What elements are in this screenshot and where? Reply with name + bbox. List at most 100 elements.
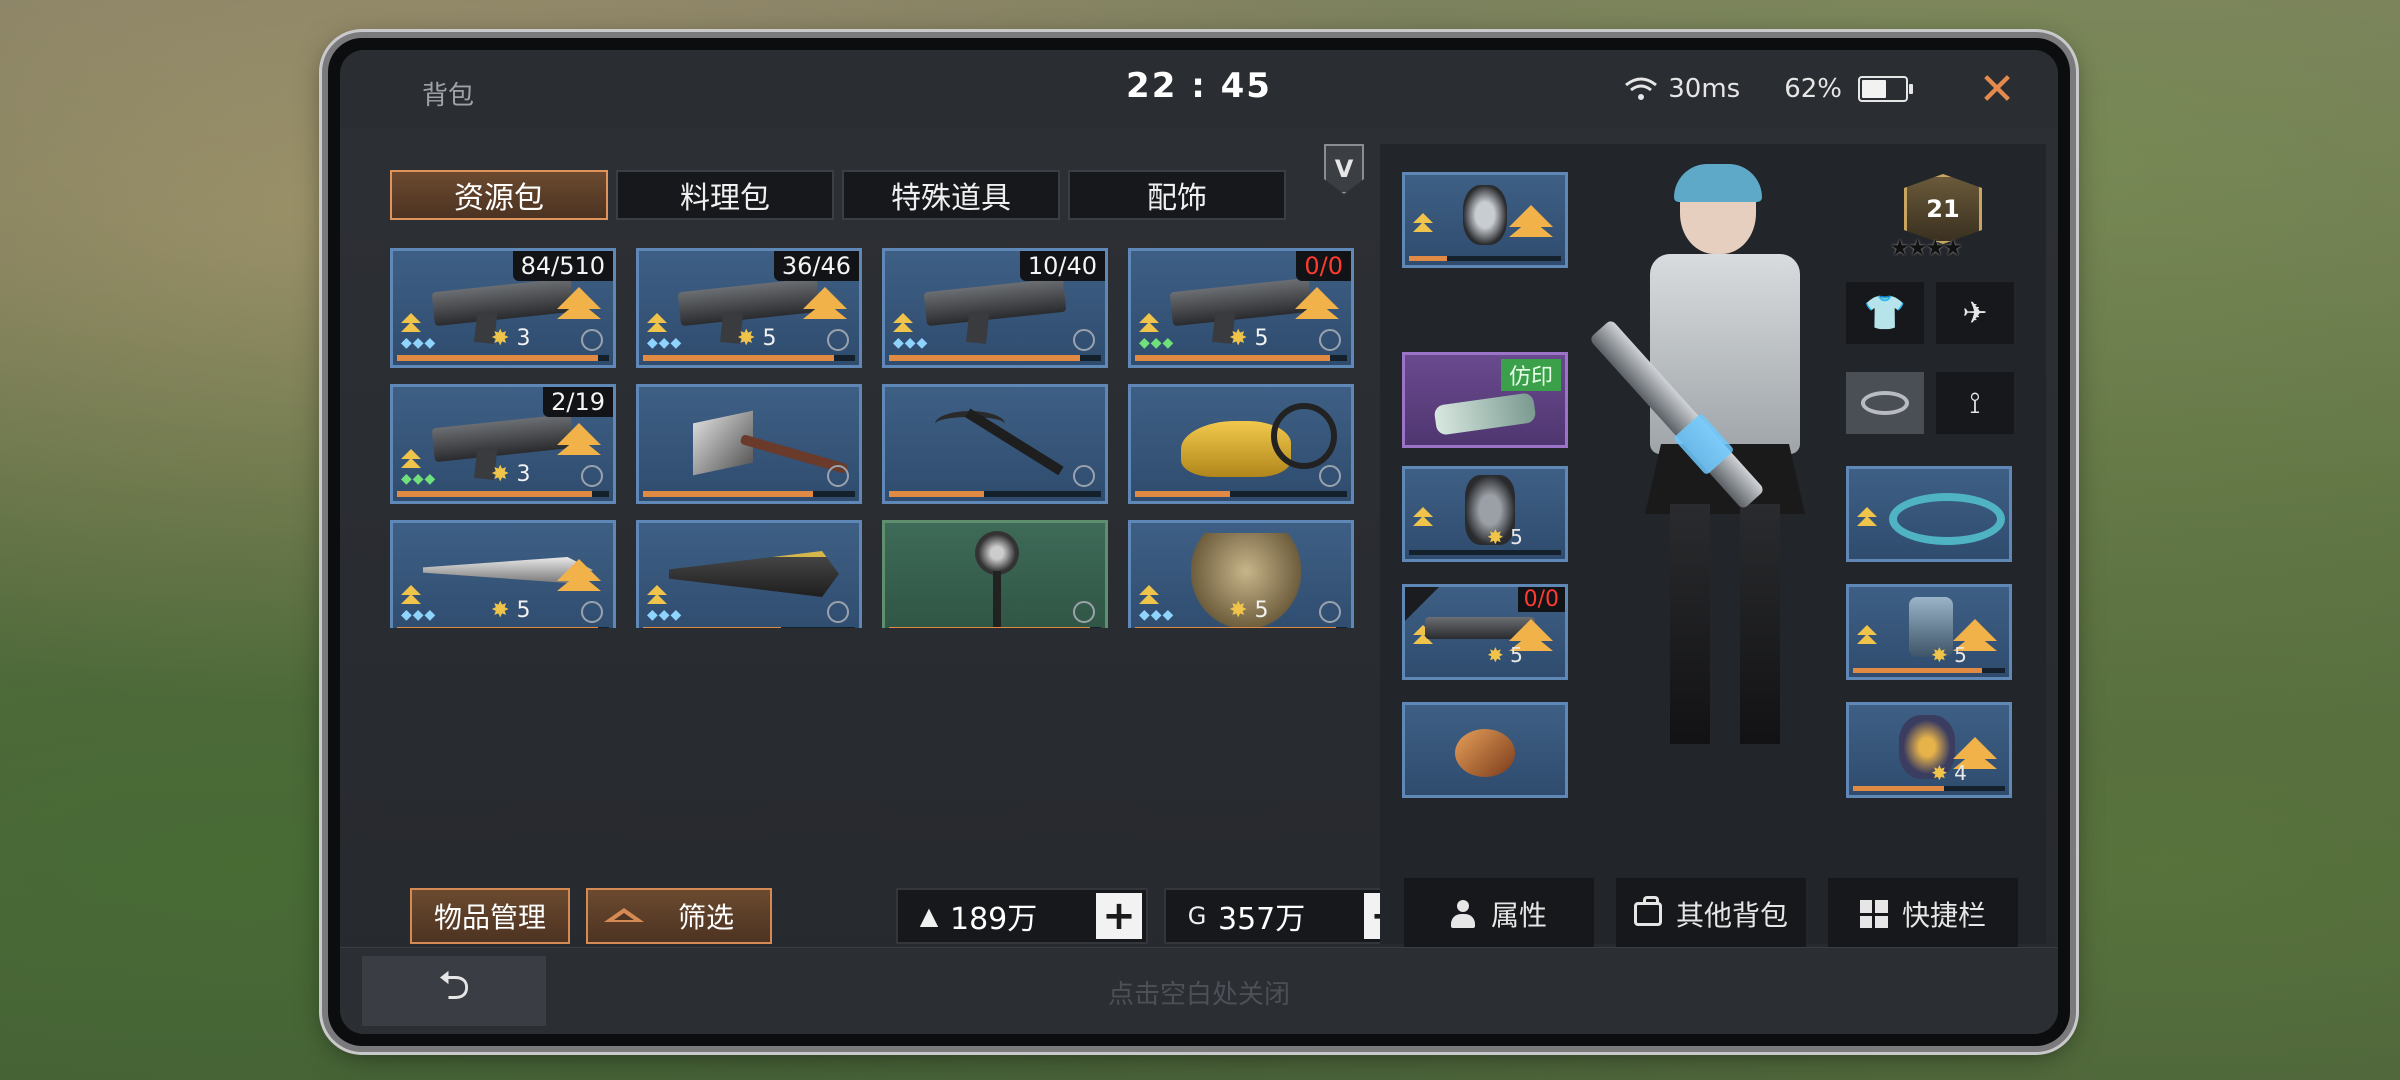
rank-chevron-icon (1857, 507, 1877, 529)
quality-dots-icon: ◆◆◆ (1139, 607, 1175, 623)
inventory-item-great-sword[interactable]: ◆◆◆ 5 (390, 520, 616, 628)
outfit-button[interactable]: 👕 (1846, 282, 1924, 344)
backpack-slot[interactable]: 5 (1846, 584, 2012, 680)
coins-value: 357万 (1218, 902, 1306, 937)
person-icon (1450, 900, 1477, 928)
ring-slot[interactable] (1846, 466, 2012, 562)
close-icon: ✕ (1978, 63, 2016, 115)
attributes-button[interactable]: 属性 (1404, 878, 1594, 950)
quality-dots-icon: ◆◆◆ (401, 471, 437, 487)
rank-chevron-icon (1413, 507, 1433, 529)
item-count: 10/40 (1019, 251, 1105, 281)
pickaxe-art (925, 403, 1075, 483)
imprint-slot[interactable]: 仿印 (1402, 352, 1568, 448)
quickbar-icon (1859, 900, 1888, 928)
v-badge-icon[interactable]: V (1324, 144, 1364, 194)
mace-art (975, 531, 1025, 628)
quality-dots-icon: ◆◆◆ (401, 607, 437, 623)
bag-icon (1633, 896, 1662, 926)
character-model[interactable] (1588, 164, 1860, 764)
currency-gold-bars: ▲ 189万 + (896, 888, 1148, 944)
status-bar: 背包 22 : 45 30ms 62% ✕ (340, 50, 2058, 128)
axe-art (679, 407, 849, 487)
helmet-art (1463, 185, 1507, 245)
armor-stars: 5 (1487, 525, 1523, 549)
upgrade-chevron-icon (1509, 619, 1553, 651)
battery-icon (1858, 76, 1913, 102)
add-gold-bars-button[interactable]: + (1096, 893, 1142, 939)
repair-tool-icon (1073, 465, 1095, 487)
upgrade-chevron-icon (557, 423, 601, 455)
attributes-label: 属性 (1490, 899, 1547, 932)
inventory-item-mech-suit[interactable]: ◆◆◆ 5 (1128, 520, 1354, 628)
inventory-item-drone[interactable] (1128, 384, 1354, 504)
quickbar-button[interactable]: 快捷栏 (1828, 878, 2018, 950)
grenade-slot[interactable] (1402, 702, 1568, 798)
inventory-item-pickaxe[interactable] (882, 384, 1108, 504)
durability-bar (397, 491, 609, 497)
item-grid-viewport[interactable]: 84/510 ◆◆◆ 3 36/46 ◆◆◆ 5 10/40 ◆◆◆ 0/0 ◆◆◆ 5 2/19 ◆◆… (364, 248, 1364, 628)
repair-tool-icon (1319, 601, 1341, 623)
upgrade-chevron-icon (803, 287, 847, 319)
weapon-slot[interactable]: 0/0 5 (1402, 584, 1568, 680)
rank-chevron-icon (893, 313, 913, 335)
status-indicators: 30ms 62% (1624, 74, 1913, 104)
rank-chevron-icon (401, 313, 421, 335)
filter-button[interactable]: 筛选 (586, 888, 772, 944)
gold-bars-value: 189万 (950, 902, 1038, 937)
rank-chevron-icon (401, 585, 421, 607)
durability-bar (1135, 627, 1347, 628)
durability-bar (643, 491, 855, 497)
weapon-ammo-count: 0/0 (1517, 587, 1565, 612)
other-backpack-label: 其他背包 (1675, 899, 1788, 932)
grenade-art (1455, 729, 1515, 777)
quickbar-label: 快捷栏 (1901, 899, 1986, 932)
repair-tool-icon (581, 601, 603, 623)
inventory-item-rifle-camo[interactable]: 36/46 ◆◆◆ 5 (636, 248, 862, 368)
gold-bars-icon: ▲ (919, 902, 939, 930)
level-stars: ★★★★ (1890, 236, 1963, 261)
inventory-item-mace[interactable] (882, 520, 1108, 628)
tab-special-items[interactable]: 特殊道具 (842, 170, 1060, 220)
device-frame: 背包 22 : 45 30ms 62% ✕ 资源包 料理包 特殊道具 配饰 V … (328, 38, 2070, 1046)
durability-bar (643, 627, 855, 628)
inventory-item-axe[interactable] (636, 384, 862, 504)
armor-slot[interactable]: 5 (1402, 466, 1568, 562)
drone-button[interactable]: ✈ (1936, 282, 2014, 344)
weapon-stars: 5 (1487, 643, 1523, 667)
currency-coins: G 357万 + (1164, 888, 1416, 944)
rank-chevron-icon (1857, 625, 1877, 647)
rifle-gray-art (431, 277, 575, 327)
turret-button[interactable]: ⟟ (1936, 372, 2014, 434)
category-tabs: 资源包 料理包 特殊道具 配饰 (390, 170, 1286, 220)
ping-value: 30ms (1668, 74, 1741, 104)
rank-chevron-icon (1139, 585, 1159, 607)
inventory-item-marksman-rifle[interactable]: 0/0 ◆◆◆ 5 (1128, 248, 1354, 368)
filter-label: 筛选 (677, 901, 734, 934)
close-button[interactable]: ✕ (1956, 56, 2038, 122)
mask-slot[interactable]: 4 (1846, 702, 2012, 798)
close-hint[interactable]: 点击空白处关闭 (340, 974, 2058, 1011)
imprint-tag: 仿印 (1500, 359, 1561, 391)
durability-bar (889, 627, 1101, 628)
rifle-camo-art (677, 277, 821, 327)
tab-accessories[interactable]: 配饰 (1068, 170, 1286, 220)
level-number: 21 (1904, 174, 1982, 244)
upgrade-chevron-icon (557, 559, 601, 591)
inventory-item-chainsaw-blade[interactable]: ◆◆◆ (636, 520, 862, 628)
tab-resource-pack[interactable]: 资源包 (390, 170, 608, 220)
other-backpack-button[interactable]: 其他背包 (1616, 878, 1806, 950)
tab-cooking-pack[interactable]: 料理包 (616, 170, 834, 220)
durability-bar (397, 355, 609, 361)
ring-button[interactable] (1846, 372, 1924, 434)
inventory-item-smg-teal[interactable]: 2/19 ◆◆◆ 3 (390, 384, 616, 504)
quality-dots-icon: ◆◆◆ (647, 607, 683, 623)
quality-dots-icon: ◆◆◆ (1139, 335, 1175, 351)
helmet-slot[interactable] (1402, 172, 1568, 268)
cap (1674, 164, 1762, 202)
durability-bar (1135, 491, 1347, 497)
repair-tool-icon (581, 329, 603, 351)
inventory-item-sniper-rifle[interactable]: 10/40 ◆◆◆ (882, 248, 1108, 368)
inventory-item-rifle-gray[interactable]: 84/510 ◆◆◆ 3 (390, 248, 616, 368)
item-management-button[interactable]: 物品管理 (410, 888, 570, 944)
